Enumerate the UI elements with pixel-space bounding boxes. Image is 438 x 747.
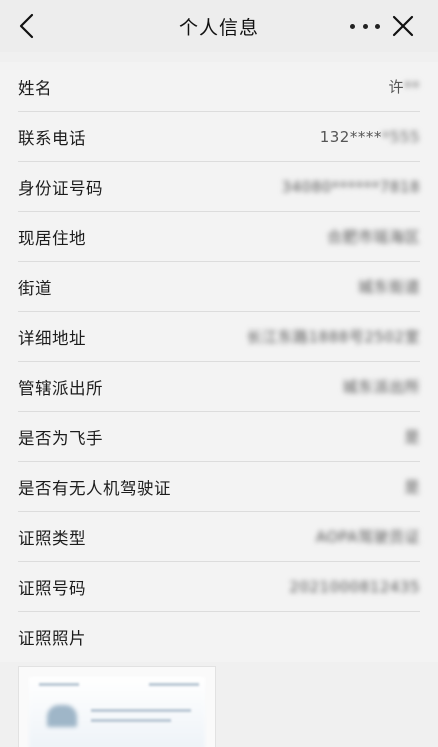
chevron-left-icon [19, 13, 34, 39]
back-button[interactable] [12, 10, 42, 42]
field-value: 许** [388, 78, 420, 96]
field-row-address: 详细地址 长江东路1888号2502室 [18, 312, 420, 362]
field-value: AOPA驾驶员证 [315, 528, 420, 546]
field-row-is-pilot: 是否为飞手 是 [18, 412, 420, 462]
field-label: 详细地址 [18, 328, 86, 348]
field-value: 34080******7818 [281, 177, 420, 196]
field-value: 2021000812435 [289, 577, 420, 596]
field-label: 证照类型 [18, 528, 86, 548]
page-title: 个人信息 [178, 16, 259, 39]
top-navigation-bar: 个人信息 [0, 0, 438, 52]
field-label: 联系电话 [18, 128, 86, 148]
field-label: 证照号码 [18, 578, 86, 598]
close-button[interactable] [390, 11, 416, 41]
field-label: 是否为飞手 [18, 428, 103, 448]
field-label: 管辖派出所 [18, 378, 103, 398]
field-row-id-number: 身份证号码 34080******7818 [18, 162, 420, 212]
field-row-street: 街道 城东街道 [18, 262, 420, 312]
field-label: 是否有无人机驾驶证 [18, 478, 171, 498]
field-row-license-photo: 证照照片 [18, 612, 420, 662]
close-icon [392, 15, 414, 37]
field-label: 街道 [18, 278, 52, 298]
field-row-license-number: 证照号码 2021000812435 [18, 562, 420, 612]
field-row-has-drone-license: 是否有无人机驾驶证 是 [18, 462, 420, 512]
field-row-police-station: 管辖派出所 城东派出所 [18, 362, 420, 412]
info-list: 姓名 许** 联系电话 132*****555 身份证号码 34080*****… [0, 62, 438, 662]
field-label: 身份证号码 [18, 178, 103, 198]
field-value: 是 [404, 428, 420, 446]
license-photo-avatar [47, 705, 77, 727]
field-value: 长江东路1888号2502室 [246, 328, 420, 346]
field-value: 合肥市瑶海区 [326, 228, 420, 246]
field-row-name: 姓名 许** [18, 62, 420, 112]
more-dots-icon [350, 23, 355, 29]
field-row-phone: 联系电话 132*****555 [18, 112, 420, 162]
license-photo-thumbnail[interactable] [18, 666, 216, 747]
field-label: 姓名 [18, 78, 52, 98]
field-value: 城东街道 [357, 278, 420, 296]
field-label: 证照照片 [18, 629, 86, 648]
field-value: 132*****555 [319, 127, 420, 146]
field-label: 现居住地 [18, 228, 86, 248]
field-value: 城东派出所 [342, 378, 420, 396]
field-value: 是 [404, 478, 420, 496]
more-options-button[interactable] [350, 15, 380, 37]
personal-info-page: 个人信息 姓名 许** 联系电话 132*****555 身份证号码 34080… [0, 0, 438, 747]
field-row-residence: 现居住地 合肥市瑶海区 [18, 212, 420, 262]
field-row-license-type: 证照类型 AOPA驾驶员证 [18, 512, 420, 562]
